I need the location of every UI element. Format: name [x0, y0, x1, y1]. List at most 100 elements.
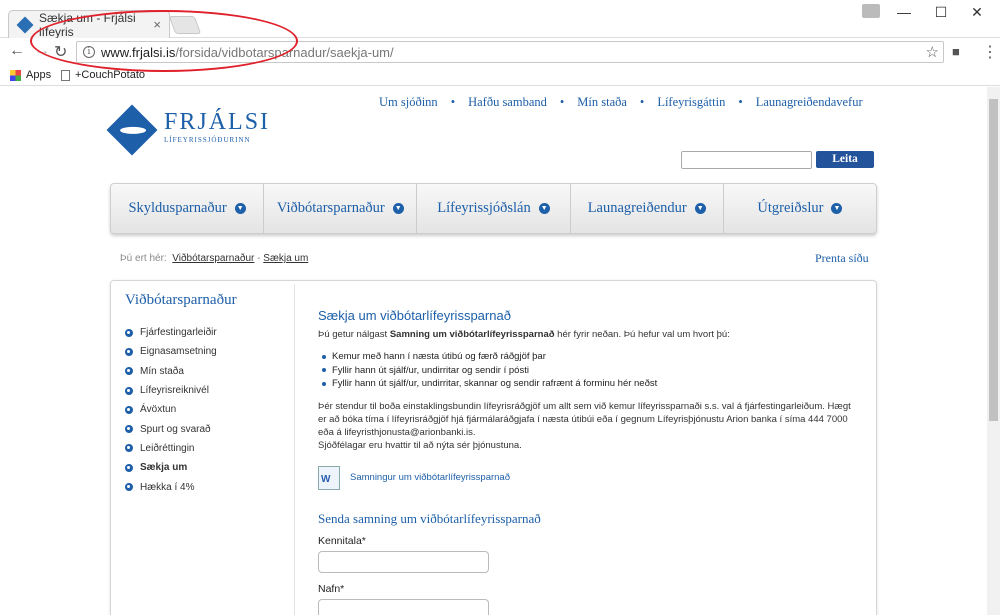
agreement-document-link[interactable]: Samningur um viðbótarlífeyrissparnað: [318, 465, 858, 490]
apps-grid-icon: [10, 69, 21, 81]
nav-label: Lífeyrissjóðslán: [437, 200, 531, 216]
sidebar-item-label: Eignasamsetning: [140, 346, 217, 358]
chevron-down-icon: ▼: [392, 203, 404, 214]
chevron-down-icon: ▼: [831, 203, 843, 214]
search-button[interactable]: Leita: [816, 151, 874, 168]
breadcrumb-prefix: Þú ert hér:: [120, 253, 167, 264]
bullet-arrow-icon: [125, 405, 133, 414]
separator-dot: •: [639, 95, 645, 109]
bookmark-label: Apps: [26, 69, 52, 81]
breadcrumb-separator: -: [257, 253, 261, 264]
kennitala-field[interactable]: [318, 550, 489, 573]
options-list: Kemur með hann í næsta útibú og færð ráð…: [322, 350, 858, 391]
bookmark-apps[interactable]: Apps: [10, 69, 51, 81]
sidebar-item-label: Spurt og svarað: [140, 423, 211, 435]
top-link-gateway[interactable]: Lífeyrisgáttin: [648, 95, 734, 110]
search-input[interactable]: [681, 151, 812, 169]
vertical-scrollbar[interactable]: [987, 87, 1000, 615]
list-item: Fyllir hann út sjálf/ur, undirritar, ska…: [322, 377, 858, 391]
print-page-link[interactable]: Prenta síðu: [815, 251, 869, 266]
chevron-down-icon: ▼: [234, 203, 246, 214]
sidebar-item[interactable]: Ávöxtun: [125, 400, 217, 419]
bullet-arrow-icon: [125, 386, 133, 395]
minimize-button[interactable]: —: [889, 2, 919, 22]
nav-label: Útgreiðslur: [757, 200, 824, 216]
sidebar-item[interactable]: Mín staða: [125, 362, 217, 381]
sidebar-item-label: Lífeyrisreiknivél: [140, 385, 209, 397]
name-field[interactable]: [318, 598, 489, 615]
name-label: Nafn*: [318, 582, 345, 595]
intro-text-b: hér fyrir neðan. Þú hefur val um hvort þ…: [554, 329, 730, 340]
bullet-arrow-icon: [125, 367, 133, 376]
scrollbar-thumb[interactable]: [989, 99, 998, 421]
nav-label: Launagreiðendur: [587, 200, 687, 216]
breadcrumb-current[interactable]: Sækja um: [263, 253, 308, 264]
nav-pension-loans[interactable]: Lífeyrissjóðslán ▼: [417, 184, 571, 233]
top-links: Um sjóðinn • Hafðu samband • Mín staða • Lí…: [370, 95, 872, 110]
advice-paragraph: Þér stendur til boða einstaklingsbundin …: [318, 400, 851, 438]
sidebar-item-label: Mín staða: [140, 365, 184, 377]
main-nav: Skyldusparnaður ▼ Viðbótarsparnaður ▼ Lífe…: [110, 183, 877, 234]
bullet-arrow-icon: [125, 347, 133, 356]
sidebar-item[interactable]: Spurt og svarað: [125, 419, 217, 438]
intro-text-a: Þú getur nálgast: [318, 329, 390, 340]
extension-icon[interactable]: ■: [952, 44, 960, 59]
bullet-arrow-icon: [125, 328, 133, 337]
site-logo[interactable]: FRJÁLSI LÍFEYRISSJÓÐURINN: [106, 104, 271, 156]
top-link-about[interactable]: Um sjóðinn: [370, 95, 447, 110]
top-link-contact[interactable]: Hafðu samband: [459, 95, 556, 110]
kennitala-label: Kennitala*: [318, 534, 366, 547]
logo-bird-icon: [106, 104, 158, 156]
close-window-button[interactable]: ✕: [962, 2, 992, 22]
word-document-icon: [318, 465, 340, 490]
separator-dot: •: [559, 95, 565, 109]
sidebar-item-label: Ávöxtun: [140, 404, 177, 416]
annotation-ellipse: [30, 10, 298, 72]
separator-dot: •: [738, 95, 743, 109]
top-link-employers[interactable]: Launagreiðendavefur: [747, 95, 872, 110]
list-item: Kemur með hann í næsta útibú og færð ráð…: [322, 350, 858, 364]
chevron-down-icon: ▼: [694, 203, 706, 214]
sidebar-item[interactable]: Leiðréttingin: [125, 439, 217, 458]
breadcrumb: Þú ert hér: Viðbótarsparnaður - Sækja um: [120, 253, 308, 264]
encourage-paragraph: Sjóðfélagar eru hvattir til að nýta sér …: [318, 439, 522, 451]
sidebar-item-label: Sækja um: [140, 462, 188, 474]
logo-subtitle: LÍFEYRISSJÓÐURINN: [164, 136, 251, 144]
maximize-button[interactable]: ☐: [926, 2, 956, 22]
sidebar-item-active[interactable]: Sækja um: [125, 458, 217, 477]
column-divider: [294, 284, 295, 615]
nav-payouts[interactable]: Útgreiðslur ▼: [724, 184, 876, 233]
list-item: Fyllir hann út sjálf/ur, undirritar og s…: [322, 364, 858, 378]
nav-label: Skyldusparnaður: [128, 200, 227, 216]
document-link-label: Samningur um viðbótarlífeyrissparnað: [350, 472, 510, 483]
chevron-down-icon: ▼: [538, 203, 550, 214]
logo-name: FRJÁLSI: [164, 109, 271, 135]
separator-dot: •: [450, 95, 456, 109]
page-icon: [61, 69, 70, 81]
menu-dots-icon[interactable]: ⋮: [982, 42, 998, 62]
nav-mandatory-savings[interactable]: Skyldusparnaður ▼: [111, 184, 265, 233]
intro-bold: Samning um viðbótarlífeyrissparnað: [389, 329, 555, 340]
bullet-arrow-icon: [125, 463, 133, 472]
sidebar-item-label: Leiðréttingin: [140, 442, 195, 454]
bullet-arrow-icon: [125, 483, 133, 492]
page-viewport: Um sjóðinn • Hafðu samband • Mín staða • Lí…: [0, 87, 987, 615]
sidebar-item[interactable]: Fjárfestingarleiðir: [125, 323, 217, 342]
back-arrow-icon[interactable]: ←: [9, 42, 25, 60]
sidebar-item-label: Hækka í 4%: [140, 481, 195, 493]
nav-employers[interactable]: Launagreiðendur ▼: [571, 184, 724, 233]
intro-text: Þú getur nálgast Samning um viðbótarlífe…: [318, 328, 858, 341]
nav-label: Viðbótarsparnaður: [276, 200, 385, 216]
bookmark-star-icon[interactable]: ☆: [926, 43, 939, 61]
nav-supplementary-savings[interactable]: Viðbótarsparnaður ▼: [264, 184, 418, 233]
sidebar-item[interactable]: Hækka í 4%: [125, 477, 217, 496]
page-title: Sækja um viðbótarlífeyrissparnað: [318, 308, 511, 323]
sidebar-menu: Fjárfestingarleiðir Eignasamsetning Mín …: [125, 323, 217, 497]
sidebar-item[interactable]: Lífeyrisreiknivél: [125, 381, 217, 400]
top-link-status[interactable]: Mín staða: [568, 95, 636, 110]
main-content: Sækja um viðbótarlífeyrissparnað Þú getu…: [318, 308, 858, 615]
sidebar-item[interactable]: Eignasamsetning: [125, 342, 217, 361]
user-profile-icon[interactable]: [862, 4, 880, 18]
breadcrumb-link[interactable]: Viðbótarsparnaður: [172, 253, 254, 264]
site-favicon-icon: [16, 16, 34, 33]
